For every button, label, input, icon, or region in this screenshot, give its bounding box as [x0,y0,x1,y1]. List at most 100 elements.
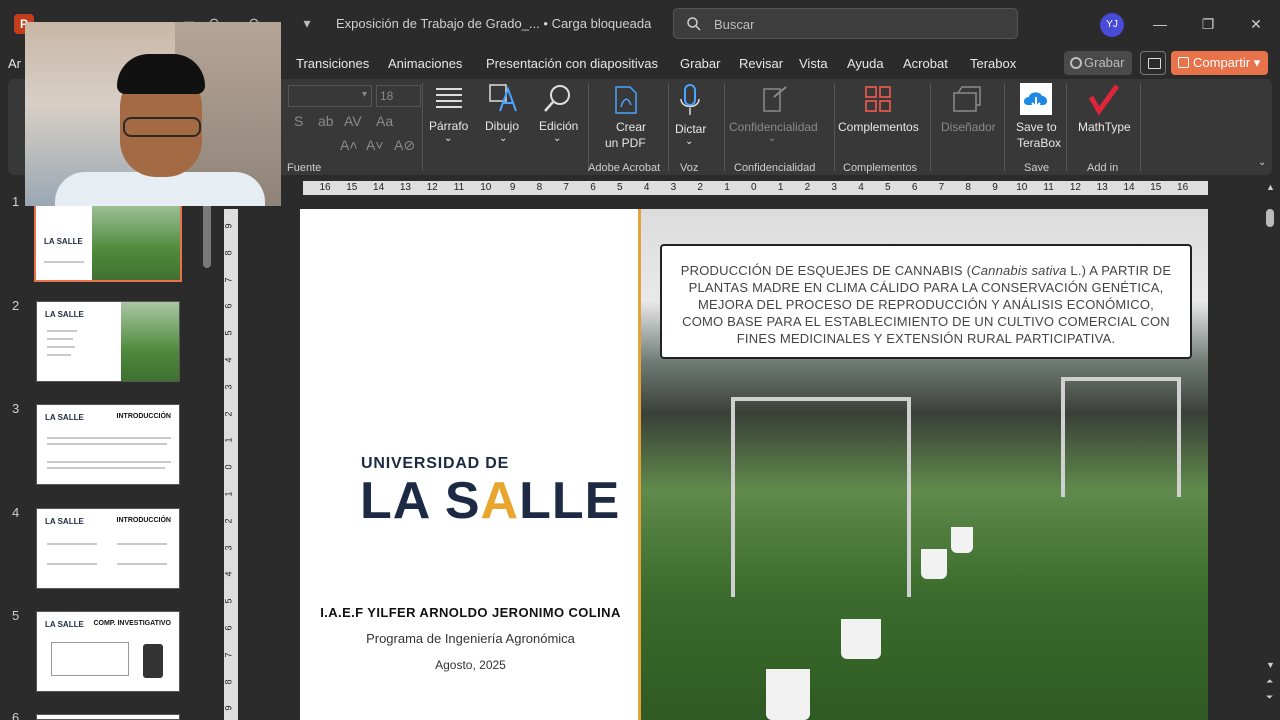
paragraph-chevron-icon[interactable]: ⌄ [444,133,452,144]
font-size-select[interactable]: 18 [376,85,421,107]
user-avatar[interactable]: YJ [1100,13,1124,37]
share-label: Compartir [1193,55,1251,70]
record-button[interactable]: Grabar [1064,51,1132,75]
char-spacing-icon[interactable]: AV [344,113,362,129]
author-name: I.A.E.F YILFER ARNOLDO JERONIMO COLINA [320,605,621,620]
slide-title-box[interactable]: PRODUCCIÓN DE ESQUEJES DE CANNABIS (Cann… [660,244,1192,359]
logo-text-part-2: LLE [519,472,621,530]
share-icon [1178,57,1189,68]
ribbon-collapse-icon[interactable]: ⌄ [1258,157,1266,168]
drawing-chevron-icon[interactable]: ⌄ [499,133,507,144]
slide-thumbnail-6[interactable] [36,714,180,720]
ruler-tick-label: 1 [223,491,234,497]
next-slide-icon[interactable]: ⏷ [1266,692,1273,703]
comments-button[interactable] [1140,51,1166,75]
ribbon-separator [668,83,669,171]
create-pdf-label-2[interactable]: un PDF [605,136,646,150]
tab-archivo-partial[interactable]: Ar [8,56,21,71]
create-pdf-label-1[interactable]: Crear [616,120,646,134]
font-family-select[interactable]: ▾ [288,85,372,107]
photo-pot [841,619,881,659]
dictate-button[interactable]: Dictar [675,122,706,136]
thumbnail-number: 2 [12,298,20,313]
dictate-chevron-icon[interactable]: ⌄ [685,136,693,147]
share-button[interactable]: Compartir ▾ [1171,51,1268,75]
save-terabox-label-1[interactable]: Save to [1016,120,1057,134]
save-terabox-label-2[interactable]: TeraBox [1017,136,1061,150]
sensitivity-chevron-icon[interactable]: ⌄ [768,133,776,144]
ruler-tick-label: 6 [223,303,234,309]
ruler-tick-label: 4 [858,182,864,193]
tab-presentacion[interactable]: Presentación con diapositivas [486,56,658,71]
ruler-tick-label: 14 [1123,182,1135,193]
tab-ayuda[interactable]: Ayuda [847,56,884,71]
thumbnail-logo: LA SALLE [45,413,84,422]
ribbon-separator [588,83,589,171]
ribbon-separator [422,83,423,171]
slide-thumbnail-3[interactable]: LA SALLE INTRODUCCIÓN [36,404,180,485]
tab-animaciones[interactable]: Animaciones [388,56,462,71]
search-input[interactable] [714,15,1004,33]
editing-chevron-icon[interactable]: ⌄ [553,133,561,144]
tab-transiciones[interactable]: Transiciones [296,56,369,71]
photo-frame-structure [731,397,911,597]
sensitivity-button[interactable]: Confidencialidad [729,120,818,134]
ruler-tick-label: 9 [223,223,234,229]
editing-button[interactable]: Edición [539,119,578,133]
slide-thumbnail-1[interactable]: LA SALLE [34,197,182,282]
slide-scrollbar[interactable] [1266,209,1274,227]
ruler-tick-label: 14 [373,182,385,193]
restore-icon[interactable]: ❐ [1195,12,1221,36]
ribbon-separator [724,83,725,171]
ruler-tick-label: 0 [751,182,757,193]
scroll-up-icon[interactable]: ▲ [1266,182,1275,192]
ruler-tick-label: 3 [223,545,234,551]
strikethrough-icon[interactable]: ab [318,113,334,129]
tab-revisar[interactable]: Revisar [739,56,783,71]
drawing-icon [489,84,517,112]
thumbnail-text-line [117,543,167,545]
scroll-down-icon[interactable]: ▼ [1266,660,1275,670]
ruler-tick-label: 8 [223,250,234,256]
ruler-tick-label: 16 [319,182,331,193]
tab-vista[interactable]: Vista [799,56,828,71]
clear-format-icon[interactable]: A⊘ [394,137,415,154]
ruler-tick-label: 2 [804,182,811,193]
slide-thumbnail-2[interactable]: LA SALLE [36,301,180,382]
previous-slide-icon[interactable]: ⏶ [1266,676,1273,687]
ruler-tick-label: 8 [536,182,543,193]
shrink-font-icon[interactable]: A˅ [366,137,384,153]
ruler-tick-label: 1 [777,182,784,193]
addins-button[interactable]: Complementos [838,120,919,134]
tab-grabar[interactable]: Grabar [680,56,720,71]
customize-quick-access-icon[interactable]: ▾ [298,14,316,32]
thumbnail-scrollbar[interactable] [203,200,211,268]
thumbnail-number: 4 [12,505,20,520]
ruler-tick-label: 10 [1016,182,1028,193]
mathtype-button[interactable]: MathType [1078,120,1131,134]
designer-button[interactable]: Diseñador [941,120,996,134]
ruler-tick-label: 6 [911,182,918,193]
paragraph-button[interactable]: Párrafo [429,119,468,133]
close-icon[interactable]: ✕ [1243,12,1269,36]
grow-font-icon[interactable]: A˄ [340,137,358,153]
designer-icon [953,86,981,112]
minimize-icon[interactable]: — [1147,12,1173,36]
ruler-tick-label: 3 [223,384,234,390]
slide-canvas[interactable]: PRODUCCIÓN DE ESQUEJES DE CANNABIS (Cann… [300,209,1208,720]
tab-terabox[interactable]: Terabox [970,56,1016,71]
search-box[interactable] [673,8,1018,39]
drawing-button[interactable]: Dibujo [485,119,519,133]
photo-pot [921,549,947,579]
tab-acrobat[interactable]: Acrobat [903,56,948,71]
ribbon-separator [1004,83,1005,171]
slide-thumbnail-4[interactable]: LA SALLE INTRODUCCIÓN [36,508,180,589]
microphone-icon [680,84,700,115]
vertical-ruler: 9 8 7 6 5 4 3 2 1 0 1 2 3 4 5 6 7 8 9 [224,209,238,720]
horizontal-ruler: 16 15 14 13 12 11 10 9 8 7 6 5 4 3 2 1 0 1 2 3 4 5 6 7 8 9 10 11 12 1… [303,181,1208,195]
slide-thumbnail-5[interactable]: LA SALLE COMP. INVESTIGATIVO [36,611,180,692]
strikethrough-s-icon[interactable]: S [294,113,303,129]
ruler-tick-label: 12 [426,182,438,193]
change-case-icon[interactable]: Aa [376,113,393,129]
ruler-tick-label: 1 [223,437,234,443]
